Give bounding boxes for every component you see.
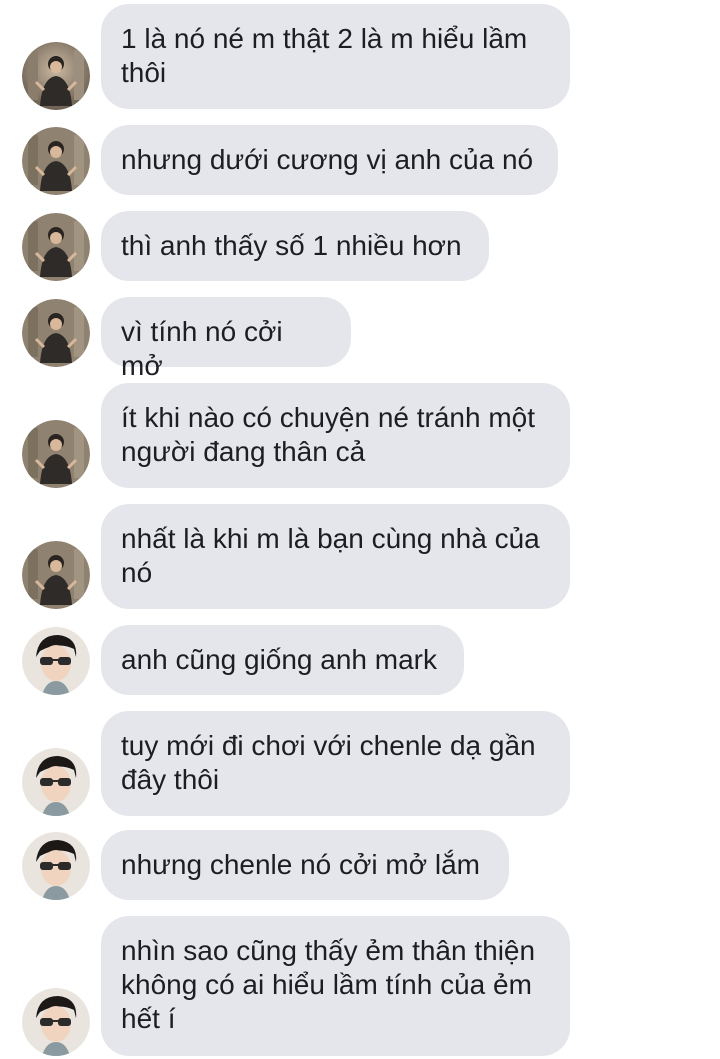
message-row: thì anh thấy số 1 nhiều hơn xyxy=(0,211,720,281)
message-bubble[interactable]: ít khi nào có chuyện né tránh một người … xyxy=(101,383,570,488)
avatar-sender-a[interactable] xyxy=(22,299,90,367)
avatar-sender-a[interactable] xyxy=(22,420,90,488)
message-row: vì tính nó cởi mở xyxy=(0,297,720,381)
avatar-sender-b[interactable] xyxy=(22,988,90,1056)
message-row: nhưng dưới cương vị anh của nó xyxy=(0,125,720,195)
message-bubble[interactable]: nhưng dưới cương vị anh của nó xyxy=(101,125,558,195)
message-bubble[interactable]: tuy mới đi chơi với chenle dạ gần đây th… xyxy=(101,711,570,816)
avatar-sender-b[interactable] xyxy=(22,748,90,816)
message-row: ít khi nào có chuyện né tránh một người … xyxy=(0,383,720,488)
message-row: nhưng chenle nó cởi mở lắm xyxy=(0,830,720,900)
message-bubble[interactable]: thì anh thấy số 1 nhiều hơn xyxy=(101,211,489,281)
message-bubble[interactable]: nhìn sao cũng thấy ẻm thân thiện không c… xyxy=(101,916,570,1056)
message-bubble[interactable]: anh cũng giống anh mark xyxy=(101,625,464,695)
avatar-sender-a[interactable] xyxy=(22,127,90,195)
avatar-sender-b[interactable] xyxy=(22,832,90,900)
message-row: 1 là nó né m thật 2 là m hiểu lầm thôi xyxy=(0,4,720,110)
chat-thread: 1 là nó né m thật 2 là m hiểu lầm thôi n… xyxy=(0,0,720,1059)
avatar-sender-a[interactable] xyxy=(22,42,90,110)
message-row: tuy mới đi chơi với chenle dạ gần đây th… xyxy=(0,711,720,816)
avatar-sender-a[interactable] xyxy=(22,541,90,609)
message-bubble[interactable]: 1 là nó né m thật 2 là m hiểu lầm thôi xyxy=(101,4,570,109)
message-bubble[interactable]: nhưng chenle nó cởi mở lắm xyxy=(101,830,509,900)
avatar-sender-a[interactable] xyxy=(22,213,90,281)
message-bubble[interactable]: vì tính nó cởi mở xyxy=(101,297,351,381)
message-row: nhất là khi m là bạn cùng nhà của nó xyxy=(0,504,720,609)
message-row: nhìn sao cũng thấy ẻm thân thiện không c… xyxy=(0,916,720,1056)
message-row: anh cũng giống anh mark xyxy=(0,625,720,695)
avatar-sender-b[interactable] xyxy=(22,627,90,695)
message-bubble[interactable]: nhất là khi m là bạn cùng nhà của nó xyxy=(101,504,570,609)
